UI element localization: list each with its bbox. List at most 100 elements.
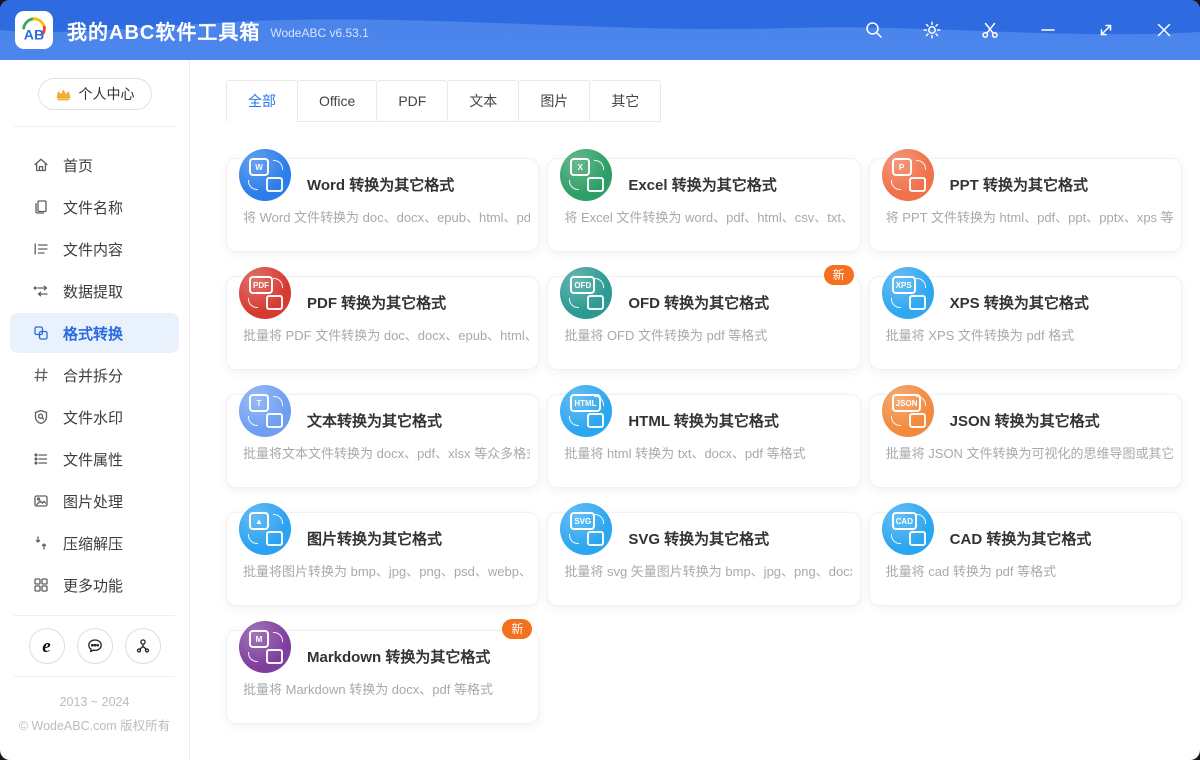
card-description: 将 Word 文件转换为 doc、docx、epub、html、pd [243,210,531,225]
card-title: 图片转换为其它格式 [307,531,443,548]
card-json-convert[interactable]: JSON JSON 转换为其它格式 批量将 JSON 文件转换为可视化的思维导图… [868,385,1182,488]
html-icon: HTML [560,385,613,437]
sidebar: 个人中心 首页 文件名称 文件内容 数据提取 格式转换 合并拆分 文件水印 文件… [0,60,190,760]
image-process-icon [34,495,48,507]
watermark-icon [34,409,48,425]
card-svg-convert[interactable]: SVG SVG 转换为其它格式 批量将 svg 矢量图片转换为 bmp、jpg、… [547,503,861,606]
card-ofd-convert[interactable]: OFD OFD 转换为其它格式 批量将 OFD 文件转换为 pdf 等格式 新 [547,265,861,370]
crown-icon [56,88,70,100]
card-description: 批量将 cad 转换为 pdf 等格式 [885,564,1057,579]
sidebar-item-data-extract[interactable]: 数据提取 [10,271,179,311]
tab-other[interactable]: 其它 [589,80,662,122]
card-description: 批量将 XPS 文件转换为 pdf 格式 [885,328,1075,343]
main-content: 全部 Office PDF 文本 图片 其它 W Word 转换为其它格式 将 … [190,60,1200,760]
sidebar-item-file-attributes[interactable]: 文件属性 [10,439,179,479]
sidebar-item-compress[interactable]: 压缩解压 [10,523,179,563]
card-html-convert[interactable]: HTML HTML 转换为其它格式 批量将 html 转换为 txt、docx、… [547,385,861,488]
sidebar-item-label: 文件内容 [63,241,124,259]
tool-cards-grid: W Word 转换为其它格式 将 Word 文件转换为 doc、docx、epu… [226,144,1182,724]
sidebar-item-label: 更多功能 [63,577,124,595]
card-description: 将 Excel 文件转换为 word、pdf、html、csv、txt、x [564,210,852,225]
titlebar: AB 我的ABC软件工具箱 WodeABC v6.53.1 [0,0,1200,60]
sidebar-item-more-features[interactable]: 更多功能 [10,565,179,605]
share-icon[interactable] [124,628,161,664]
card-pdf-convert[interactable]: PDF PDF 转换为其它格式 批量将 PDF 文件转换为 doc、docx、e… [226,267,540,370]
cad-icon: CAD [881,503,934,555]
markdown-icon: M [239,621,291,673]
divider [14,615,175,616]
xps-icon: XPS [881,267,934,319]
sidebar-item-label: 格式转换 [63,325,124,343]
card-markdown-convert[interactable]: M Markdown 转换为其它格式 批量将 Markdown 转换为 docx… [226,619,540,724]
svg-icon: SVG [560,503,613,555]
close-icon[interactable] [1154,20,1174,40]
sidebar-item-watermark[interactable]: 文件水印 [10,397,179,437]
sidebar-item-label: 首页 [63,157,94,175]
card-title: PDF 转换为其它格式 [307,295,447,312]
social-links: e [0,624,189,668]
tab-text[interactable]: 文本 [447,80,520,122]
sidebar-item-home[interactable]: 首页 [10,145,179,185]
resize-icon[interactable] [1096,20,1116,40]
sidebar-menu: 首页 文件名称 文件内容 数据提取 格式转换 合并拆分 文件水印 文件属性 图片… [0,143,189,607]
sidebar-item-format-convert[interactable]: 格式转换 [10,313,179,353]
word-icon: W [239,149,291,201]
compress-icon [35,536,47,550]
card-title: Markdown 转换为其它格式 [307,649,491,666]
sidebar-item-label: 合并拆分 [63,367,124,385]
format-convert-icon [34,326,48,340]
tab-image[interactable]: 图片 [518,80,591,122]
chat-icon[interactable] [76,628,113,664]
more-features-icon [34,578,48,592]
sidebar-item-file-content[interactable]: 文件内容 [10,229,179,269]
sidebar-item-merge-split[interactable]: 合并拆分 [10,355,179,395]
file-content-icon [34,243,48,255]
card-description: 批量将 PDF 文件转换为 doc、docx、epub、html、 [243,328,531,343]
divider [14,126,175,127]
sidebar-item-file-name[interactable]: 文件名称 [10,187,179,227]
card-title: HTML 转换为其它格式 [628,413,779,430]
tab-office[interactable]: Office [297,80,378,122]
text-icon: T [239,385,291,437]
card-description: 批量将 JSON 文件转换为可视化的思维导图或其它格式 [885,446,1173,461]
sidebar-item-image-process[interactable]: 图片处理 [10,481,179,521]
card-cad-convert[interactable]: CAD CAD 转换为其它格式 批量将 cad 转换为 pdf 等格式 [868,503,1182,606]
browser-icon[interactable]: e [28,628,65,664]
card-word-convert[interactable]: W Word 转换为其它格式 将 Word 文件转换为 doc、docx、epu… [226,149,540,252]
card-text-convert[interactable]: T 文本转换为其它格式 批量将文本文件转换为 docx、pdf、xlsx 等众多… [226,385,540,488]
category-tabs: 全部 Office PDF 文本 图片 其它 [226,80,1182,122]
scissors-icon[interactable] [980,20,1000,40]
divider [14,676,175,677]
card-excel-convert[interactable]: X Excel 转换为其它格式 将 Excel 文件转换为 word、pdf、h… [547,149,861,252]
sidebar-item-label: 文件名称 [63,199,124,217]
app-version: WodeABC v6.53.1 [270,25,369,40]
new-badge: 新 [823,265,854,286]
card-description: 批量将 svg 矢量图片转换为 bmp、jpg、png、docx [564,564,852,579]
card-description: 批量将文本文件转换为 docx、pdf、xlsx 等众多格式 [243,446,531,461]
sidebar-item-label: 文件属性 [63,451,124,469]
card-description: 批量将图片转换为 bmp、jpg、png、psd、webp、 [243,564,531,579]
home-icon [34,158,48,172]
app-logo: AB [15,11,53,49]
settings-gear-icon[interactable] [922,20,942,40]
card-title: JSON 转换为其它格式 [949,413,1100,430]
card-image-convert[interactable]: ▲ 图片转换为其它格式 批量将图片转换为 bmp、jpg、png、psd、web… [226,503,540,606]
sidebar-footer: 2013 ~ 2024 © WodeABC.com 版权所有 [0,685,189,739]
card-title: Excel 转换为其它格式 [628,177,777,194]
pdf-icon: PDF [239,267,291,319]
card-xps-convert[interactable]: XPS XPS 转换为其它格式 批量将 XPS 文件转换为 pdf 格式 [868,267,1182,370]
sidebar-item-label: 图片处理 [63,493,124,511]
search-icon[interactable] [864,20,884,40]
merge-split-icon [34,368,48,382]
card-title: PPT 转换为其它格式 [949,177,1088,194]
tab-all[interactable]: 全部 [226,80,298,122]
card-title: CAD 转换为其它格式 [949,531,1092,548]
card-ppt-convert[interactable]: P PPT 转换为其它格式 将 PPT 文件转换为 html、pdf、ppt、p… [868,149,1182,252]
profile-center-button[interactable]: 个人中心 [37,78,152,110]
image-icon: ▲ [239,503,291,555]
tab-pdf[interactable]: PDF [376,80,449,122]
minimize-icon[interactable] [1038,20,1058,40]
sidebar-item-label: 文件水印 [63,409,124,427]
card-title: OFD 转换为其它格式 [628,295,770,312]
copyright-text: © WodeABC.com 版权所有 [18,718,171,733]
